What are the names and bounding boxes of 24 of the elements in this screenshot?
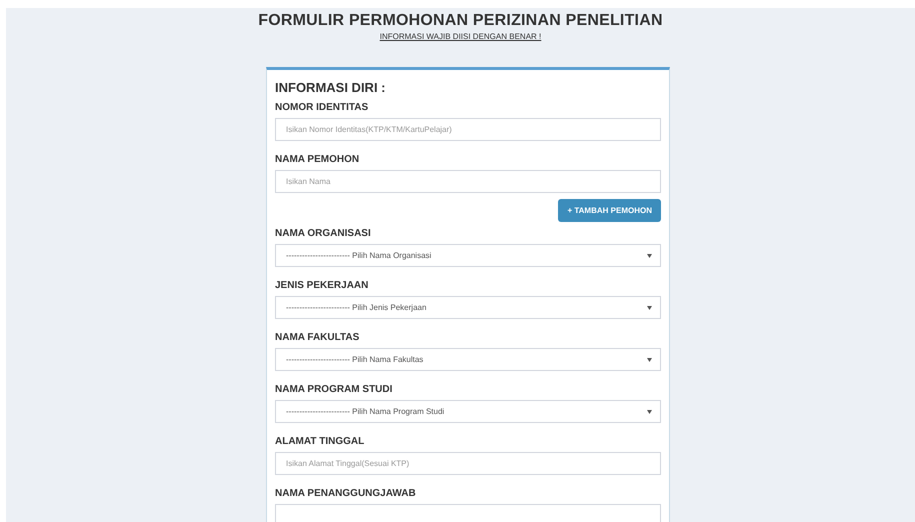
field-label: NAMA ORGANISASI: [275, 227, 372, 241]
select-field[interactable]: ------------------------ Pilih Nama Program Studi: [275, 400, 661, 423]
section-title: INFORMASI DIRI :: [275, 79, 386, 97]
input-field[interactable]: Isikan Nama: [275, 170, 661, 193]
notice-link[interactable]: INFORMASI WAJIB DIISI DENGAN BENAR !: [380, 31, 542, 43]
field-label: NAMA FAKULTAS: [275, 331, 360, 345]
field-label: ALAMAT TINGGAL: [275, 435, 366, 449]
field-label: NAMA PROGRAM STUDI: [275, 383, 394, 397]
field-label: NOMOR IDENTITAS: [275, 101, 370, 115]
caret-icon: [647, 358, 652, 362]
add-applicant-button[interactable]: + TAMBAH PEMOHON: [558, 199, 661, 222]
select-field[interactable]: ------------------------ Pilih Nama Fakultas: [275, 348, 661, 371]
caret-icon: [647, 410, 652, 414]
field-label: NAMA PEMOHON: [275, 153, 360, 167]
field-label: NAMA PENANGGUNGJAWAB: [275, 487, 417, 501]
input-field[interactable]: Isikan Nomor Identitas(KTP/KTM/KartuPelajar): [275, 118, 661, 141]
field-label: JENIS PEKERJAAN: [275, 279, 370, 293]
caret-icon: [647, 306, 652, 310]
input-field[interactable]: Isikan Alamat Tinggal(Sesuai KTP): [275, 452, 661, 475]
page-title: FORMULIR PERMOHONAN PERIZINAN PENELITIAN: [258, 11, 663, 31]
select-field[interactable]: ------------------------ Pilih Nama Organisasi: [275, 244, 661, 267]
caret-icon: [647, 254, 652, 258]
input-field[interactable]: [275, 504, 661, 522]
select-field[interactable]: ------------------------ Pilih Jenis Pekerjaan: [275, 296, 661, 319]
